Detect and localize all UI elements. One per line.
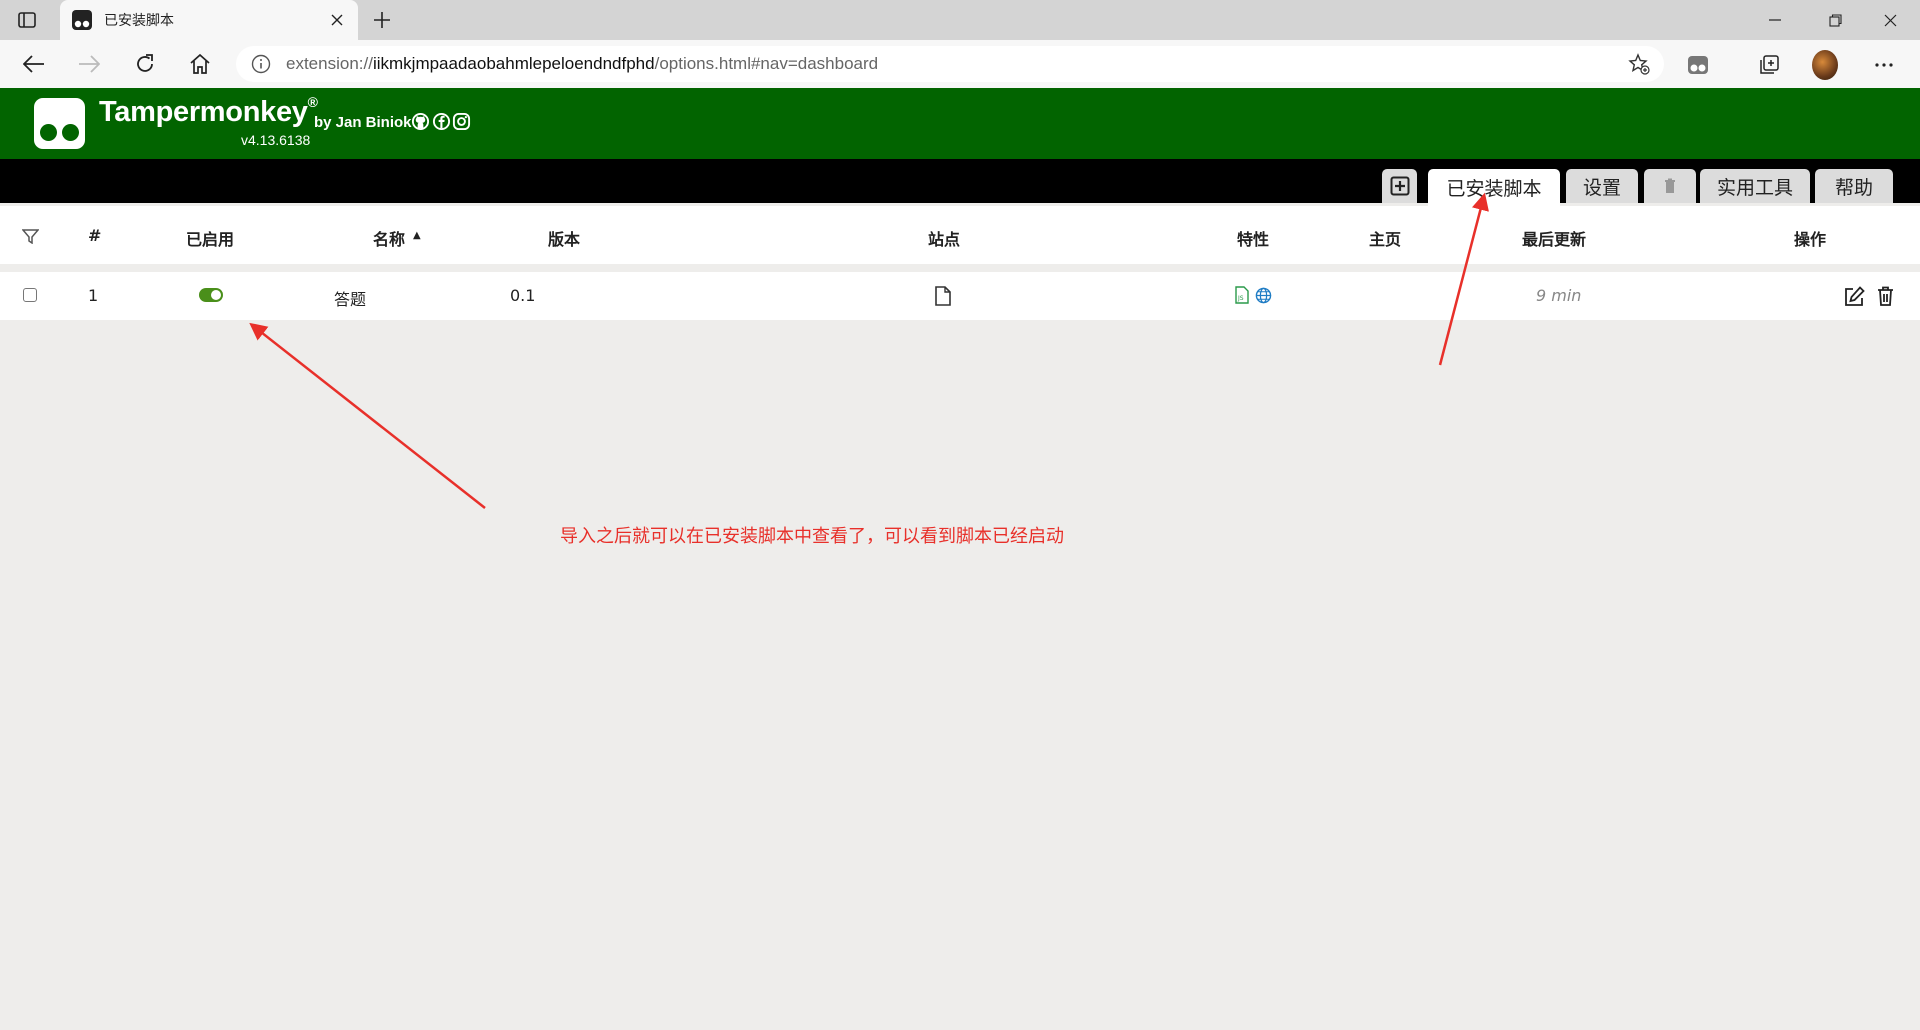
- script-version: 0.1: [510, 286, 536, 305]
- home-icon[interactable]: [186, 50, 214, 78]
- table-divider: [0, 264, 1920, 272]
- tab-trash[interactable]: [1644, 169, 1696, 203]
- browser-tab-active[interactable]: 已安装脚本: [60, 0, 358, 40]
- row-select-checkbox[interactable]: [23, 288, 37, 302]
- app-version: v4.13.6138: [241, 132, 311, 148]
- globe-icon: [1254, 286, 1272, 304]
- sort-ascending-icon: ▲: [413, 230, 421, 241]
- edit-icon[interactable]: [1843, 285, 1865, 307]
- arrow-to-toggle: [249, 322, 486, 509]
- header-enabled[interactable]: 已启用: [186, 226, 234, 250]
- tab-new-script[interactable]: [1382, 169, 1417, 203]
- header-index[interactable]: #: [88, 226, 101, 245]
- author-credit: by Jan Biniok: [314, 114, 412, 131]
- tampermonkey-logo-icon: [34, 98, 85, 149]
- header-actions: 操作: [1794, 230, 1827, 249]
- address-bar[interactable]: extension://iikmkjmpaadaobahmlepeloendnd…: [236, 46, 1664, 82]
- back-arrow-icon[interactable]: [20, 50, 48, 78]
- script-enabled-toggle[interactable]: [199, 288, 223, 302]
- tab-actions-icon[interactable]: [16, 9, 38, 31]
- annotation-caption: 导入之后就可以在已安装脚本中查看了，可以看到脚本已经启动: [560, 526, 1064, 547]
- delete-icon[interactable]: [1875, 285, 1895, 307]
- tab-help[interactable]: 帮助: [1815, 169, 1893, 203]
- svg-text:JS: JS: [1237, 295, 1244, 302]
- script-name-link[interactable]: 答题: [334, 286, 366, 310]
- header-sites[interactable]: 站点: [928, 226, 960, 250]
- scripts-table-header: # 已启用 名称 ▲ 版本 站点 特性 主页 最后更新 操作: [0, 206, 1920, 264]
- github-icon[interactable]: [411, 112, 430, 131]
- forward-arrow-icon[interactable]: [75, 50, 103, 78]
- restore-window-icon[interactable]: [1805, 0, 1865, 40]
- minimize-window-icon[interactable]: [1745, 0, 1805, 40]
- filter-icon[interactable]: [21, 228, 39, 244]
- row-index: 1: [88, 286, 99, 305]
- close-window-icon[interactable]: [1860, 0, 1920, 40]
- tampermonkey-extension-icon[interactable]: [1685, 52, 1711, 78]
- script-last-updated: 9 min: [1536, 286, 1582, 305]
- header-features[interactable]: 特性: [1237, 226, 1269, 250]
- header-last-updated[interactable]: 最后更新: [1522, 226, 1586, 250]
- file-icon: [934, 286, 952, 306]
- close-tab-icon[interactable]: [328, 11, 346, 29]
- table-row: 1 答题 0.1 JS 9 min: [0, 272, 1920, 320]
- facebook-icon[interactable]: [432, 112, 451, 131]
- collections-icon[interactable]: [1756, 52, 1782, 78]
- trash-icon: [1665, 178, 1675, 193]
- site-info-icon[interactable]: [250, 53, 272, 75]
- new-tab-icon[interactable]: [370, 8, 394, 32]
- header-homepage[interactable]: 主页: [1369, 226, 1401, 250]
- header-version[interactable]: 版本: [548, 226, 580, 250]
- tab-settings[interactable]: 设置: [1566, 169, 1638, 203]
- reload-icon[interactable]: [131, 50, 159, 78]
- userscript-file-icon: JS: [1234, 286, 1249, 304]
- tampermonkey-favicon-icon: [72, 10, 92, 30]
- instagram-icon[interactable]: [452, 112, 471, 131]
- browser-toolbar: extension://iikmkjmpaadaobahmlepeloendnd…: [0, 40, 1920, 113]
- browser-tab-strip: 已安装脚本: [0, 0, 1920, 40]
- plus-square-icon: [1390, 176, 1409, 196]
- app-name: Tampermonkey®: [99, 94, 318, 128]
- tab-installed-scripts[interactable]: 已安装脚本: [1428, 169, 1560, 206]
- tampermonkey-header: Tampermonkey® by Jan Biniok v4.13.6138: [0, 88, 1920, 159]
- tab-utilities[interactable]: 实用工具: [1700, 169, 1810, 203]
- browser-tab-title: 已安装脚本: [104, 13, 174, 29]
- more-options-icon[interactable]: [1871, 52, 1897, 78]
- add-favorite-icon[interactable]: [1628, 53, 1650, 75]
- url-text: extension://iikmkjmpaadaobahmlepeloendnd…: [286, 54, 879, 73]
- header-name[interactable]: 名称: [373, 226, 405, 250]
- profile-avatar-icon[interactable]: [1812, 50, 1838, 80]
